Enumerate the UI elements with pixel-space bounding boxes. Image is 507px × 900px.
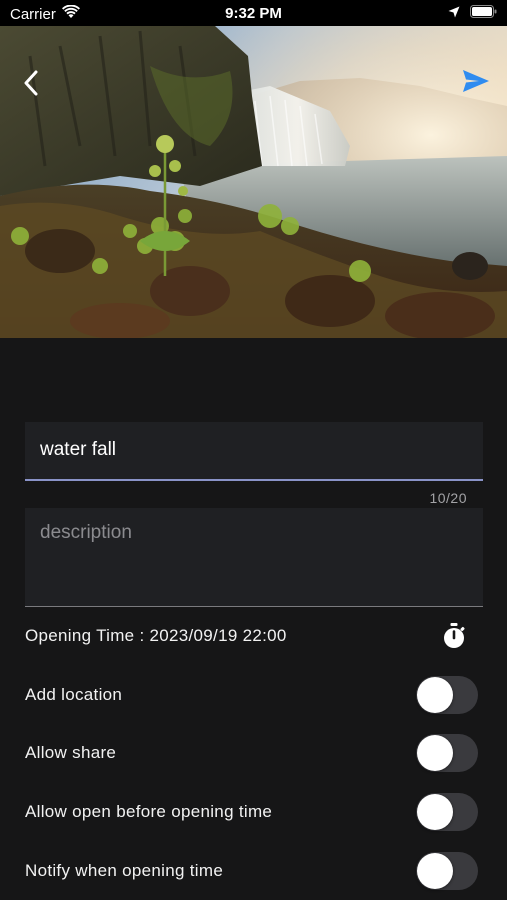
chevron-left-icon [23,70,39,96]
notify-opening-row: Notify when opening time [25,851,483,891]
allow-open-early-row: Allow open before opening time [25,792,483,832]
allow-open-early-label: Allow open before opening time [25,802,273,821]
waterfall-photo [0,26,507,338]
battery-icon [470,5,497,22]
status-right [448,5,497,22]
send-button[interactable] [459,66,493,96]
screen: Carrier 9:32 PM water fall 10/20 descrip… [0,0,507,900]
title-input[interactable] [40,439,460,461]
opening-time-row[interactable]: Opening Time : 2023/09/19 22:00 [25,616,483,656]
allow-share-toggle[interactable] [416,734,478,772]
description-input[interactable] [40,522,460,592]
add-location-toggle[interactable] [416,676,478,714]
opening-time-label: Opening Time : 2023/09/19 22:00 [25,626,287,645]
toggle-knob [417,794,453,830]
character-counter: 10/20 [429,490,467,506]
location-arrow-icon [448,5,460,22]
status-bar: Carrier 9:32 PM [0,0,507,26]
toggle-knob [417,853,453,889]
toggle-knob [417,677,453,713]
toggle-knob [417,735,453,771]
paper-plane-icon [463,70,489,92]
description-field[interactable] [25,508,483,607]
notify-opening-toggle[interactable] [416,852,478,890]
stopwatch-icon[interactable] [441,623,467,649]
cover-photo[interactable] [0,26,507,338]
status-time: 9:32 PM [225,5,282,22]
back-button[interactable] [16,66,46,100]
title-field[interactable] [25,422,483,481]
allow-open-early-toggle[interactable] [416,793,478,831]
add-location-row: Add location [25,675,483,715]
add-location-label: Add location [25,685,123,704]
allow-share-row: Allow share [25,733,483,773]
allow-share-label: Allow share [25,743,117,762]
notify-opening-label: Notify when opening time [25,861,224,880]
